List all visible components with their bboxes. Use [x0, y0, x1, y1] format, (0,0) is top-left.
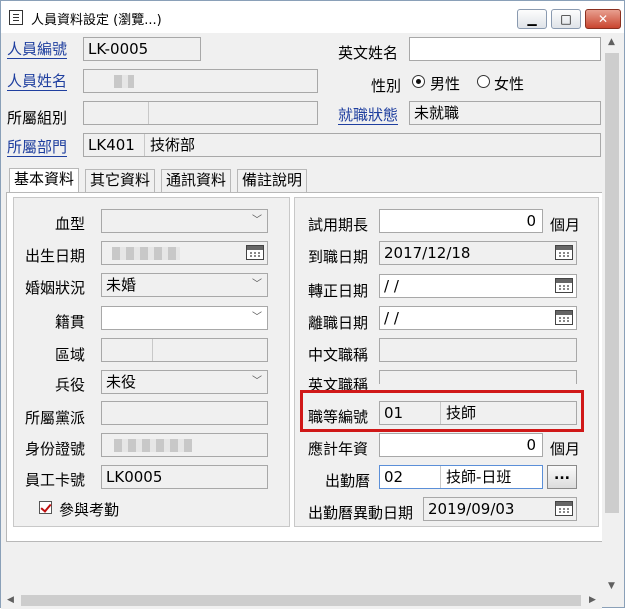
region-label: 區域: [55, 346, 86, 364]
calendar-icon[interactable]: [555, 310, 573, 325]
birth-label: 出生日期: [25, 247, 86, 265]
gender-label: 性別: [371, 77, 402, 95]
group-field[interactable]: [83, 101, 318, 125]
calendar-lookup-button[interactable]: ...: [547, 465, 577, 489]
gender-male-radio[interactable]: [412, 75, 425, 88]
id-field[interactable]: [101, 433, 268, 457]
calendar-icon[interactable]: [555, 278, 573, 293]
seniority-field[interactable]: 0: [379, 433, 543, 457]
military-value: 未役: [106, 373, 137, 391]
probation-field[interactable]: 0: [379, 209, 543, 233]
attend-label: 參與考勤: [59, 501, 120, 519]
emp-no-field[interactable]: LK-0005: [83, 37, 201, 61]
dept-name: 技術部: [150, 136, 196, 154]
card-field[interactable]: LK0005: [101, 465, 268, 489]
calendar-icon[interactable]: [246, 245, 264, 260]
card-label: 員工卡號: [25, 471, 86, 489]
cal-change-value: 2019/09/03: [428, 500, 515, 518]
cn-title-field[interactable]: [379, 338, 577, 362]
party-field[interactable]: [101, 401, 268, 425]
id-label: 身份證號: [25, 440, 86, 458]
dept-code: LK401: [88, 136, 135, 154]
region-field[interactable]: [101, 338, 268, 362]
chevron-down-icon[interactable]: ﹀: [247, 210, 267, 232]
marital-select[interactable]: 未婚 ﹀: [101, 273, 268, 297]
horizontal-scrollbar[interactable]: ◀ ▶: [1, 592, 602, 609]
probation-label: 試用期長: [308, 216, 369, 234]
chevron-down-icon[interactable]: ﹀: [247, 371, 267, 393]
marital-label: 婚姻狀況: [25, 279, 86, 297]
tab-contact[interactable]: 通訊資料: [161, 169, 232, 192]
tab-other[interactable]: 其它資料: [85, 169, 156, 192]
en-name-label: 英文姓名: [338, 44, 399, 62]
military-label: 兵役: [55, 376, 86, 394]
horizontal-scroll-thumb[interactable]: [21, 595, 581, 606]
blurred-birth-date: [112, 247, 180, 260]
leave-date-field[interactable]: / /: [379, 306, 577, 330]
minimize-button[interactable]: ▁: [517, 9, 547, 29]
cal-change-date-field[interactable]: 2019/09/03: [423, 497, 577, 521]
native-select[interactable]: ﹀: [101, 306, 268, 330]
calendar-icon[interactable]: [555, 501, 573, 516]
probation-unit: 個月: [550, 216, 581, 234]
regular-label: 轉正日期: [308, 282, 369, 300]
leave-date-value: / /: [384, 309, 399, 327]
app-document-icon: [9, 10, 23, 25]
arrive-date-field[interactable]: 2017/12/18: [379, 241, 577, 265]
arrive-date-value: 2017/12/18: [384, 244, 471, 262]
blood-select[interactable]: ﹀: [101, 209, 268, 233]
regular-date-value: / /: [384, 277, 399, 295]
blood-label: 血型: [55, 215, 86, 233]
regular-date-field[interactable]: / /: [379, 274, 577, 298]
name-label: 人員姓名: [7, 72, 68, 91]
cn-title-label: 中文職稱: [308, 346, 369, 364]
blurred-name: [114, 75, 134, 88]
en-name-field[interactable]: [409, 37, 601, 61]
job-status-field[interactable]: 未就職: [409, 101, 601, 125]
native-label: 籍貫: [55, 313, 86, 331]
blurred-id-number: [114, 439, 192, 452]
dept-label[interactable]: 所屬部門: [7, 139, 68, 157]
maximize-button[interactable]: □: [551, 9, 581, 29]
scroll-up-icon[interactable]: ▲: [608, 37, 615, 47]
en-title-field[interactable]: [379, 370, 577, 384]
calendar-label: 出勤曆: [325, 472, 371, 490]
chevron-down-icon[interactable]: ﹀: [247, 274, 267, 296]
seniority-label: 應計年資: [308, 440, 369, 458]
gender-female-label: 女性: [494, 75, 525, 93]
close-button[interactable]: ✕: [585, 9, 621, 29]
scroll-left-icon[interactable]: ◀: [7, 595, 14, 605]
dept-field[interactable]: LK401 技術部: [83, 133, 601, 157]
cal-change-label: 出勤曆異動日期: [308, 504, 414, 522]
seniority-unit: 個月: [550, 440, 581, 458]
scroll-down-icon[interactable]: ▼: [608, 581, 615, 591]
calendar-code: 02: [384, 468, 404, 486]
calendar-field[interactable]: 02 技師-日班: [379, 465, 543, 489]
party-label: 所屬黨派: [25, 409, 86, 427]
emp-no-label: 人員編號: [7, 40, 68, 59]
window: 人員資料設定 (瀏覽...) ▁ □ ✕ 人員編號 LK-0005 英文姓名 人…: [0, 0, 625, 609]
marital-value: 未婚: [106, 276, 137, 294]
group-label: 所屬組別: [7, 109, 68, 127]
vertical-scrollbar[interactable]: ▲ ▼: [602, 33, 622, 595]
title-bar[interactable]: 人員資料設定 (瀏覽...) ▁ □ ✕: [1, 1, 624, 33]
scroll-right-icon[interactable]: ▶: [589, 595, 596, 605]
tab-notes[interactable]: 備註說明: [237, 169, 308, 192]
military-select[interactable]: 未役 ﹀: [101, 370, 268, 394]
name-field[interactable]: [83, 69, 318, 93]
leave-label: 離職日期: [308, 314, 369, 332]
calendar-name: 技師-日班: [446, 468, 512, 486]
gender-female-radio[interactable]: [477, 75, 490, 88]
window-title: 人員資料設定 (瀏覽...): [31, 13, 162, 28]
job-status-label[interactable]: 就職狀態: [338, 107, 399, 125]
gender-male-label: 男性: [430, 75, 461, 93]
chevron-down-icon[interactable]: ﹀: [247, 307, 267, 329]
highlight-box: [300, 390, 584, 432]
tab-basic[interactable]: 基本資料: [9, 168, 80, 192]
arrive-label: 到職日期: [308, 248, 369, 266]
calendar-icon[interactable]: [555, 245, 573, 260]
birth-date-field[interactable]: [101, 241, 268, 265]
attend-checkbox[interactable]: [39, 501, 52, 514]
vertical-scroll-thumb[interactable]: [605, 53, 619, 513]
